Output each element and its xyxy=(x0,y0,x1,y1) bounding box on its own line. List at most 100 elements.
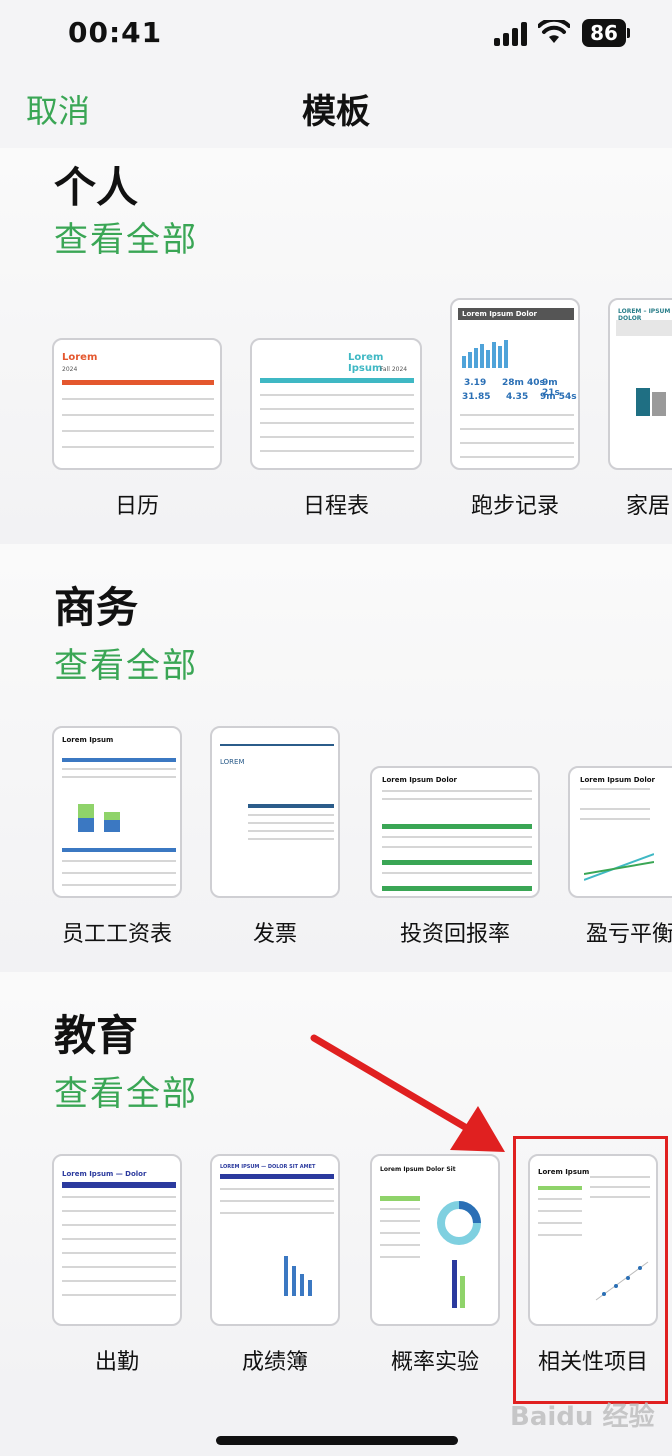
grid-line xyxy=(62,776,176,778)
see-all-link[interactable]: 查看全部 xyxy=(54,212,198,261)
stat-value: 9m 54s xyxy=(540,392,577,402)
preview-title: Lorem Ipsum xyxy=(62,736,114,744)
cellular-signal-icon xyxy=(494,22,530,46)
header-image xyxy=(616,320,672,336)
grid-line xyxy=(62,1210,176,1212)
text-line xyxy=(580,788,650,790)
stat-value: 4.35 xyxy=(506,392,529,402)
template-thumbnail[interactable]: Lorem Ipsum Dolor 3.19 28m 40s 9m 21s 31… xyxy=(450,298,580,470)
grid-line xyxy=(382,846,532,848)
red-arrow-icon xyxy=(310,1034,505,1152)
chart-bar xyxy=(308,1280,312,1296)
grid-line xyxy=(62,1280,176,1282)
template-thumbnail[interactable]: Lorem Ipsum Dolor Sit xyxy=(370,1154,500,1326)
text-line xyxy=(580,818,650,820)
grid-line xyxy=(62,414,214,416)
home-indicator[interactable] xyxy=(216,1436,458,1445)
grid-line xyxy=(260,436,414,438)
table-footer-bar xyxy=(382,886,532,891)
grid-line xyxy=(62,398,214,400)
table-header-bar xyxy=(380,1196,420,1201)
template-thumbnail[interactable]: Lorem Ipsum Dolor xyxy=(568,766,672,898)
template-thumbnail[interactable]: LOREM IPSUM — DOLOR SIT AMET xyxy=(210,1154,340,1326)
template-label: 发票 xyxy=(252,922,297,947)
preview-title: Lorem Ipsum Dolor xyxy=(580,776,655,784)
chart-bar xyxy=(104,820,120,832)
status-time: 00:41 xyxy=(68,16,163,49)
grid-line xyxy=(248,822,334,824)
chart-bar xyxy=(480,344,484,368)
grid-line xyxy=(62,884,176,886)
calendar-header-bar xyxy=(62,380,214,385)
template-thumbnail[interactable]: Lorem Ipsum Fall 2024 xyxy=(250,338,422,470)
chart-bar xyxy=(504,340,508,368)
header-line xyxy=(220,744,334,746)
chart-bar xyxy=(636,388,650,416)
chart-bar xyxy=(474,348,478,368)
wifi-icon xyxy=(538,20,570,43)
template-thumbnail[interactable]: Lorem Ipsum Dolor xyxy=(370,766,540,898)
template-label: 成绩簿 xyxy=(241,1350,308,1375)
template-label: 盈亏平衡 xyxy=(586,922,672,947)
preview-subtitle: Fall 2024 xyxy=(380,366,408,373)
chart-bar xyxy=(300,1274,304,1296)
grid-line xyxy=(62,1266,176,1268)
grid-line xyxy=(460,428,574,430)
grid-line xyxy=(382,872,532,874)
chart-bar xyxy=(104,812,120,820)
grid-line xyxy=(260,450,414,452)
preview-title: Lorem Ipsum Dolor xyxy=(382,776,457,784)
watermark: Baidu 经验 xyxy=(510,1402,655,1432)
grid-line xyxy=(62,860,176,862)
stat-value: 31.85 xyxy=(462,392,491,402)
grid-line xyxy=(460,414,574,416)
template-label: 日历 xyxy=(114,494,159,519)
grid-line xyxy=(380,1244,420,1246)
grid-line xyxy=(62,1224,176,1226)
template-thumbnail[interactable]: Lorem Ipsum — Dolor xyxy=(52,1154,182,1326)
template-thumbnail[interactable]: Lorem 2024 xyxy=(52,338,222,470)
chart-bar xyxy=(498,346,502,368)
stat-value: 28m 40s xyxy=(502,378,545,388)
template-thumbnail[interactable]: LOREM – IPSUM DOLOR xyxy=(608,298,672,470)
table-header-bar xyxy=(220,1174,334,1179)
template-thumbnail[interactable]: LOREM xyxy=(210,726,340,898)
grid-line xyxy=(380,1208,420,1210)
preview-title: Lorem Ipsum Dolor xyxy=(462,310,537,318)
chart-bar xyxy=(492,342,496,368)
grid-line xyxy=(220,1188,334,1190)
grid-line xyxy=(380,1232,420,1234)
grid-line xyxy=(248,830,334,832)
grid-line xyxy=(62,430,214,432)
grid-line xyxy=(460,456,574,458)
donut-chart-icon xyxy=(437,1201,481,1245)
preview-subtitle: 2024 xyxy=(62,366,78,373)
grid-line xyxy=(62,1196,176,1198)
section-title: 教育 xyxy=(54,1011,139,1060)
see-all-link[interactable]: 查看全部 xyxy=(54,638,198,687)
grid-line xyxy=(248,838,334,840)
chart-bar xyxy=(462,356,466,368)
table-header-bar xyxy=(62,1182,176,1188)
table-header-bar xyxy=(248,804,334,808)
preview-title: LOREM xyxy=(220,758,245,766)
section-title: 个人 xyxy=(54,163,139,212)
grid-line xyxy=(382,836,532,838)
table-header-bar xyxy=(62,848,176,852)
preview-title: LOREM IPSUM — DOLOR SIT AMET xyxy=(220,1164,316,1170)
page-title: 模板 xyxy=(302,92,370,132)
see-all-link[interactable]: 查看全部 xyxy=(54,1066,198,1115)
highlight-box xyxy=(513,1136,668,1404)
text-line xyxy=(382,790,532,792)
template-thumbnail[interactable]: Lorem Ipsum xyxy=(52,726,182,898)
table-header-bar xyxy=(382,824,532,829)
chart-bar xyxy=(284,1256,288,1296)
text-line xyxy=(580,808,650,810)
grid-line xyxy=(248,814,334,816)
template-label: 概率实验 xyxy=(390,1350,479,1375)
template-label: 日程表 xyxy=(302,494,369,519)
grid-line xyxy=(220,1200,334,1202)
chart-bar xyxy=(78,804,94,818)
section-title: 商务 xyxy=(54,583,139,632)
grid-line xyxy=(460,442,574,444)
